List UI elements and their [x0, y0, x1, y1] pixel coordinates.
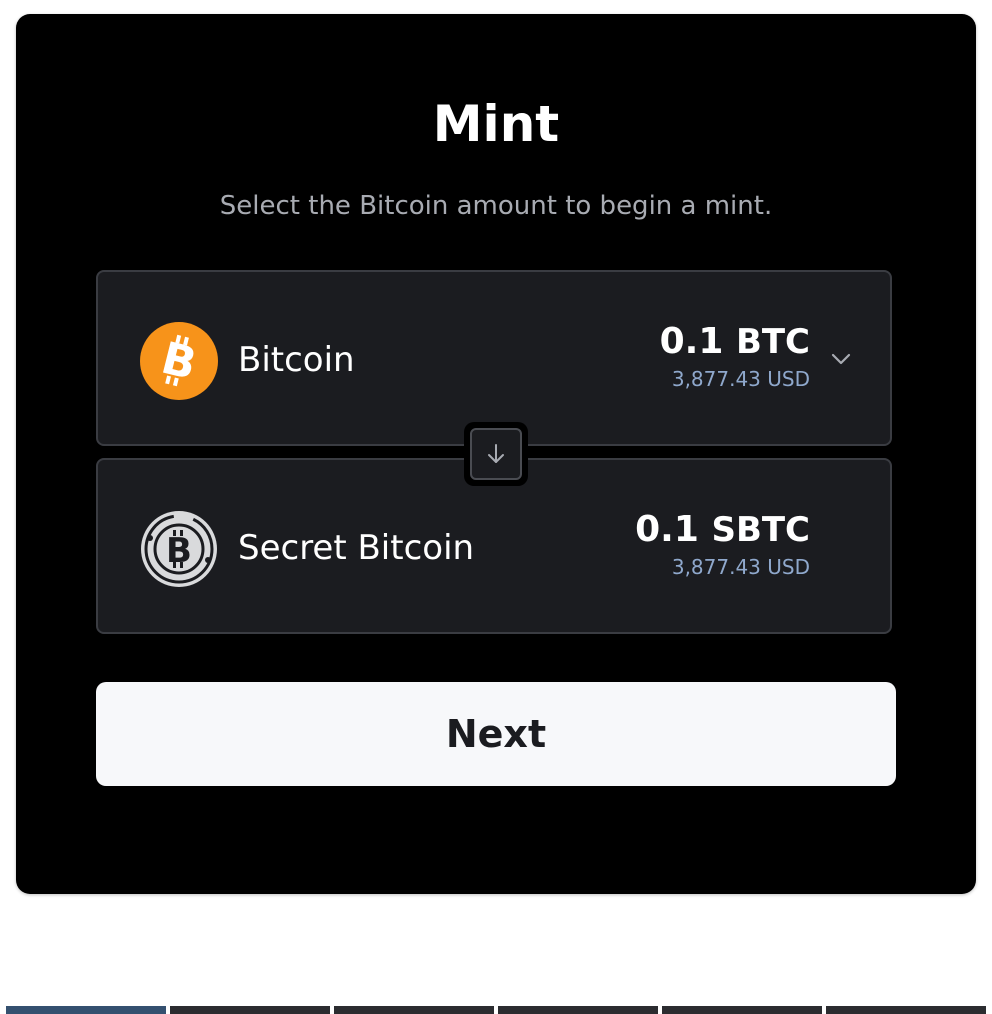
tab-strip-segment-4[interactable] [498, 1006, 658, 1014]
to-amount-block: 0.1 SBTC 3,877.43 USD [635, 506, 810, 580]
from-amount-value: 0.1 [659, 321, 724, 362]
from-asset-name: Bitcoin [238, 340, 355, 380]
from-amount-unit: BTC [735, 322, 810, 362]
from-asset-selector[interactable]: B Bitcoin 0.1 BTC 3,877.43 USD [96, 270, 892, 446]
page-subtitle: Select the Bitcoin amount to begin a min… [219, 191, 773, 221]
secret-bitcoin-icon: B [141, 511, 217, 587]
tab-strip-segment-6[interactable] [826, 1006, 986, 1014]
to-usd-value: 3,877.43 USD [671, 555, 810, 579]
arrow-down-icon [488, 444, 504, 463]
tab-strip-segment-5[interactable] [662, 1006, 822, 1014]
tab-strip-segment-1[interactable] [6, 1006, 166, 1014]
to-amount-value: 0.1 [635, 509, 699, 550]
to-amount-unit: SBTC [711, 510, 810, 550]
bitcoin-icon: B [140, 322, 218, 400]
swap-button-inner [470, 428, 522, 480]
mint-card: Mint Select the Bitcoin amount to begin … [16, 14, 976, 894]
page-title: Mint [432, 95, 560, 153]
swap-direction-button[interactable] [464, 422, 528, 486]
from-amount: 0.1 BTC [660, 318, 810, 366]
from-usd-value: 3,877.43 USD [671, 367, 810, 391]
tab-strip-segment-3[interactable] [334, 1006, 494, 1014]
next-button[interactable]: Next [96, 682, 896, 786]
from-amount-block: 0.1 BTC 3,877.43 USD [660, 318, 810, 392]
svg-text:B: B [166, 531, 192, 571]
bottom-tab-strip [6, 1006, 986, 1014]
tab-strip-segment-2[interactable] [170, 1006, 330, 1014]
to-amount: 0.1 SBTC [635, 506, 810, 554]
chevron-down-icon[interactable] [830, 348, 852, 370]
to-asset-name: Secret Bitcoin [238, 528, 475, 568]
